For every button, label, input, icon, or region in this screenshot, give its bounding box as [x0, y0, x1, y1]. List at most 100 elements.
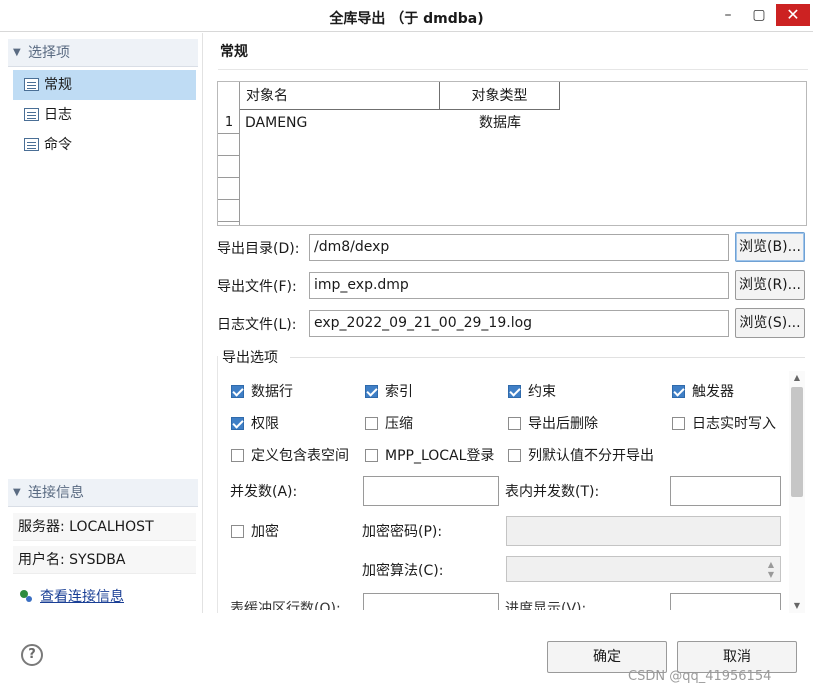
checkbox-icon — [672, 417, 685, 430]
table-cell-name[interactable]: DAMENG — [245, 112, 435, 134]
minimize-button[interactable]: – — [715, 4, 741, 26]
parallel-input[interactable] — [363, 476, 499, 506]
list-icon — [24, 108, 39, 121]
page-title: 常规 — [220, 44, 248, 60]
section-header-options[interactable]: ▼ 选择项 — [8, 39, 198, 67]
section-title: 选择项 — [28, 45, 70, 61]
table-parallel-input[interactable] — [670, 476, 781, 506]
checkbox-icon — [231, 525, 244, 538]
sidebar-item-general[interactable]: 常规 — [13, 70, 196, 100]
checkbox-label: 导出后删除 — [528, 416, 598, 432]
table-cell-type[interactable]: 数据库 — [440, 112, 560, 134]
checkbox-icon — [365, 449, 378, 462]
checkbox-log-realtime[interactable]: 日志实时写入 — [672, 415, 776, 433]
dialog-footer: ? 确定 取消 CSDN @qq_41956154 — [0, 613, 813, 695]
section-title: 连接信息 — [28, 485, 84, 501]
encrypt-algo-select[interactable]: ▲ ▼ — [506, 556, 781, 582]
connection-icon — [20, 590, 32, 602]
checkbox-icon — [508, 417, 521, 430]
view-connection-link[interactable]: 查看连接信息 — [13, 583, 196, 611]
scroll-thumb[interactable] — [791, 387, 803, 497]
browse-dir-button[interactable]: 浏览(B)... — [735, 232, 805, 262]
sidebar-item-label: 日志 — [44, 107, 72, 123]
sidebar-item-log[interactable]: 日志 — [13, 100, 196, 130]
checkbox-label: 压缩 — [385, 416, 413, 432]
checkbox-checked-icon — [672, 385, 685, 398]
checkbox-label: 数据行 — [251, 384, 293, 400]
checkbox-triggers[interactable]: 触发器 — [672, 383, 734, 401]
encrypt-algo-label: 加密算法(C): — [362, 563, 444, 579]
buffer-rows-label: 表缓冲区行数(O): — [230, 601, 341, 610]
parallel-label: 并发数(A): — [230, 484, 298, 500]
sidebar-item-label: 命令 — [44, 137, 72, 153]
list-icon — [24, 138, 39, 151]
progress-label: 进度显示(V): — [505, 601, 587, 610]
row-number-empty — [218, 156, 240, 178]
checkbox-label: 索引 — [385, 384, 413, 400]
browse-log-button[interactable]: 浏览(S)... — [735, 308, 805, 338]
link-label: 查看连接信息 — [40, 589, 124, 605]
sidebar-item-command[interactable]: 命令 — [13, 130, 196, 160]
user-info: 用户名: SYSDBA — [13, 546, 196, 574]
title-bar: 全库导出 （于 dmdba) – ▢ ✕ — [0, 0, 813, 32]
export-file-label: 导出文件(F): — [217, 279, 297, 295]
close-button[interactable]: ✕ — [776, 4, 810, 26]
encrypt-password-label: 加密密码(P): — [362, 524, 443, 540]
checkbox-compress[interactable]: 压缩 — [365, 415, 413, 433]
checkbox-column-default[interactable]: 列默认值不分开导出 — [508, 447, 654, 465]
checkbox-drop-after-export[interactable]: 导出后删除 — [508, 415, 598, 433]
checkbox-include-tablespace[interactable]: 定义包含表空间 — [231, 447, 349, 465]
checkbox-data-rows[interactable]: 数据行 — [231, 383, 293, 401]
checkbox-icon — [231, 449, 244, 462]
help-icon[interactable]: ? — [21, 644, 43, 666]
encrypt-password-input[interactable] — [506, 516, 781, 546]
row-number-empty — [218, 178, 240, 200]
list-icon — [24, 78, 39, 91]
export-file-input[interactable]: imp_exp.dmp — [309, 272, 729, 299]
progress-input[interactable] — [670, 593, 781, 610]
column-header-object-type[interactable]: 对象类型 — [440, 82, 560, 110]
checkbox-privileges[interactable]: 权限 — [231, 415, 279, 433]
export-dir-input[interactable]: /dm8/dexp — [309, 234, 729, 261]
sidebar-item-label: 常规 — [44, 77, 72, 93]
object-grid: 1 对象名 对象类型 DAMENG 数据库 — [217, 81, 807, 226]
maximize-button[interactable]: ▢ — [746, 4, 772, 26]
checkbox-label: MPP_LOCAL登录 — [385, 448, 495, 464]
scroll-up-icon[interactable]: ▲ — [789, 371, 805, 385]
main-panel: 常规 1 对象名 对象类型 DAMENG 数据库 导出目录(D): /dm8/d… — [204, 33, 813, 614]
checkbox-label: 加密 — [251, 524, 279, 540]
browse-file-button[interactable]: 浏览(R)... — [735, 270, 805, 300]
checkbox-indexes[interactable]: 索引 — [365, 383, 413, 401]
buffer-rows-input[interactable] — [363, 593, 499, 610]
checkbox-checked-icon — [508, 385, 521, 398]
checkbox-icon — [365, 417, 378, 430]
chevron-down-icon: ▼ — [13, 487, 21, 498]
spinner-arrows-icon: ▲ ▼ — [767, 560, 775, 579]
checkbox-checked-icon — [231, 417, 244, 430]
divider — [218, 69, 808, 70]
log-file-input[interactable]: exp_2022_09_21_00_29_19.log — [309, 310, 729, 337]
table-parallel-label: 表内并发数(T): — [505, 484, 600, 500]
checkbox-encrypt[interactable]: 加密 — [231, 523, 279, 541]
section-header-connection[interactable]: ▼ 连接信息 — [8, 479, 198, 507]
checkbox-checked-icon — [365, 385, 378, 398]
column-header-object-name[interactable]: 对象名 — [240, 82, 440, 110]
checkbox-label: 定义包含表空间 — [251, 448, 349, 464]
row-number-column: 1 — [218, 82, 240, 225]
row-number-empty — [218, 134, 240, 156]
row-number: 1 — [218, 112, 240, 134]
log-file-label: 日志文件(L): — [217, 317, 297, 333]
server-info: 服务器: LOCALHOST — [13, 513, 196, 541]
window-title: 全库导出 （于 dmdba) — [329, 11, 484, 27]
checkbox-label: 列默认值不分开导出 — [528, 448, 654, 464]
chevron-down-icon: ▼ — [13, 47, 21, 58]
checkbox-label: 权限 — [251, 416, 279, 432]
export-dir-label: 导出目录(D): — [217, 241, 300, 257]
checkbox-label: 日志实时写入 — [692, 416, 776, 432]
sidebar: ▼ 选择项 常规 日志 命令 ▼ 连接信息 服务器: LOCALHOST 用户名… — [0, 33, 203, 613]
watermark: CSDN @qq_41956154 — [628, 669, 772, 684]
checkbox-mpp-local[interactable]: MPP_LOCAL登录 — [365, 447, 494, 465]
scroll-down-icon[interactable]: ▼ — [789, 599, 805, 613]
checkbox-constraints[interactable]: 约束 — [508, 383, 556, 401]
options-scrollbar[interactable]: ▲ ▼ — [789, 371, 805, 613]
